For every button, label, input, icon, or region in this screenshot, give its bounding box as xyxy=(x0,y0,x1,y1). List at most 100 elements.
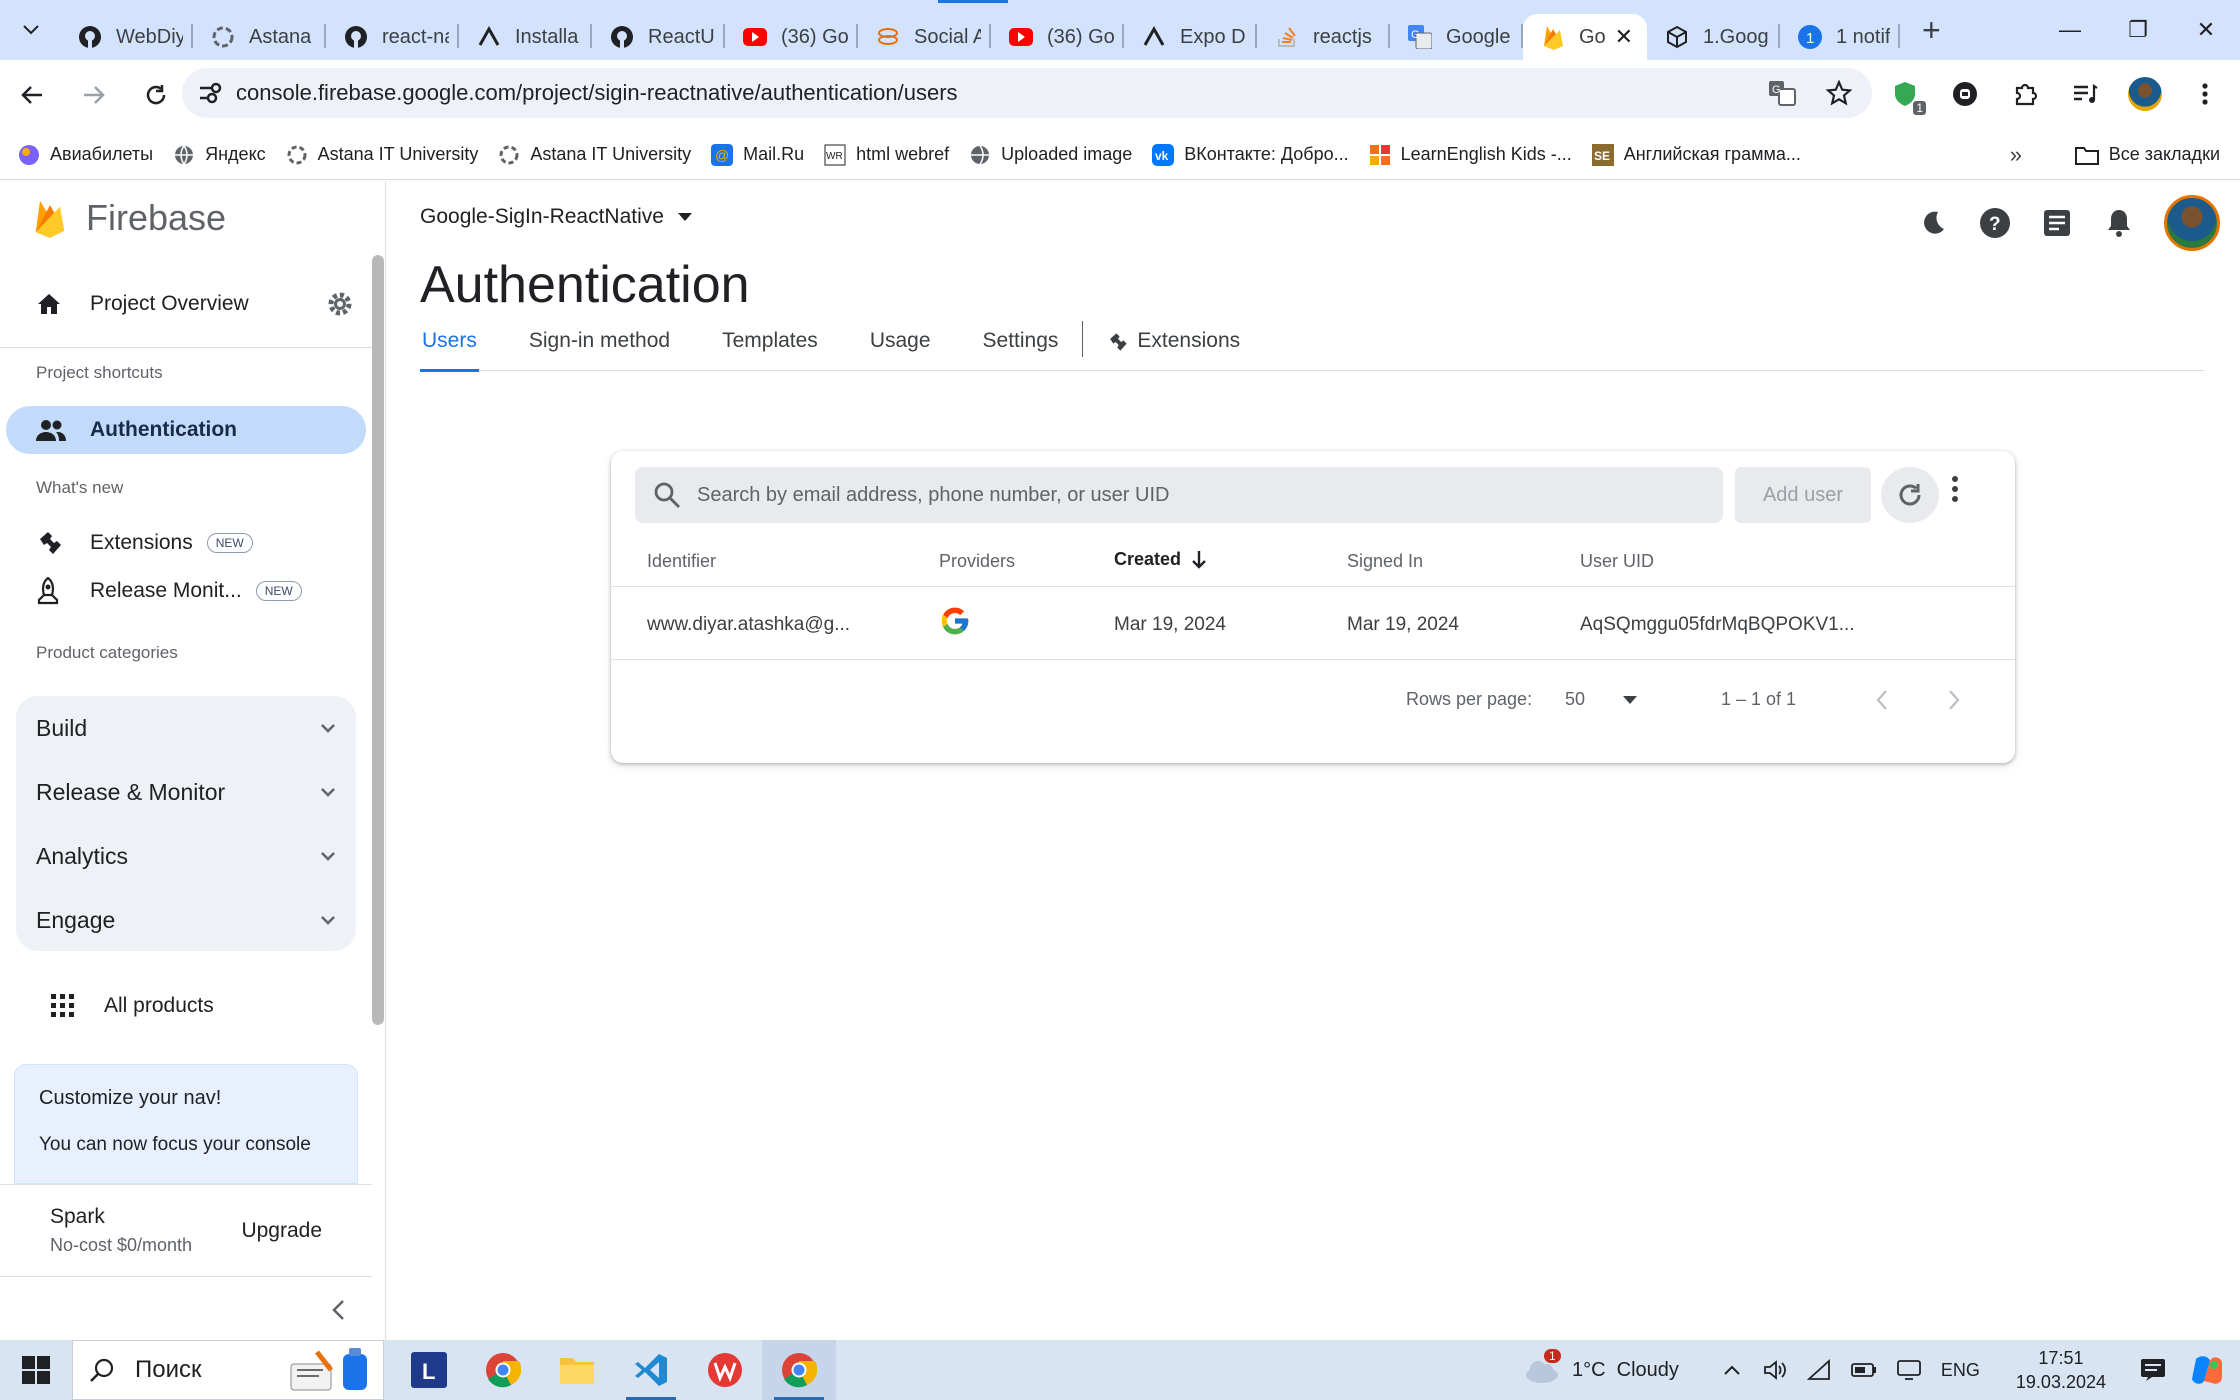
browser-tab-active[interactable]: Go ✕ xyxy=(1523,14,1647,60)
bookmark[interactable]: WR html webref xyxy=(824,144,949,166)
sidebar-scrollbar[interactable] xyxy=(372,255,384,1025)
notification-center-icon[interactable] xyxy=(2140,1358,2166,1382)
close-icon[interactable]: ✕ xyxy=(1615,24,1633,50)
browser-tab[interactable]: react-na xyxy=(326,14,459,60)
profile-avatar[interactable] xyxy=(2122,71,2168,117)
bookmark[interactable]: Яндекс xyxy=(173,144,266,166)
notifications-icon[interactable] xyxy=(2102,206,2136,240)
new-tab-button[interactable]: + xyxy=(1922,12,1952,49)
browser-tab[interactable]: Astana I xyxy=(193,14,326,60)
sidebar-item-extensions[interactable]: Extensions NEW xyxy=(6,519,366,567)
bookmark[interactable]: Astana IT University xyxy=(498,144,691,166)
ghost-extension-icon[interactable] xyxy=(1942,71,1988,117)
browser-tab[interactable]: WebDiy xyxy=(60,14,193,60)
tab-search-button[interactable] xyxy=(14,13,48,47)
sidebar-item-release-monitor[interactable]: Release Monit... NEW xyxy=(6,567,366,615)
weather-widget[interactable]: 1 1°C Cloudy xyxy=(1522,1349,1679,1385)
sidebar-item-authentication[interactable]: Authentication xyxy=(6,406,366,454)
shield-extension-icon[interactable]: 1 xyxy=(1882,71,1928,117)
gear-icon[interactable] xyxy=(326,290,354,318)
tab-users[interactable]: Users xyxy=(420,321,479,372)
tab-extensions[interactable]: Extensions xyxy=(1105,321,1242,371)
more-bookmarks-icon[interactable]: » xyxy=(2010,142,2022,168)
star-icon[interactable] xyxy=(1826,80,1852,106)
windows-start-button[interactable] xyxy=(0,1340,72,1400)
minimize-button[interactable]: — xyxy=(2036,0,2104,60)
chevron-up-icon[interactable] xyxy=(1723,1364,1741,1376)
bookmark[interactable]: Авиабилеты xyxy=(18,144,153,166)
rows-per-page-select[interactable]: 50 xyxy=(1565,689,1638,710)
system-clock[interactable]: 17:51 19.03.2024 xyxy=(2016,1346,2106,1394)
bookmark[interactable]: Uploaded image xyxy=(969,144,1132,166)
refresh-button[interactable] xyxy=(1881,467,1939,523)
browser-tab[interactable]: (36) Go xyxy=(725,14,858,60)
category-build[interactable]: Build xyxy=(16,696,356,760)
copilot-icon[interactable] xyxy=(2190,1353,2224,1387)
bookmark[interactable]: vk ВКонтакте: Добро... xyxy=(1152,143,1349,166)
tab-settings[interactable]: Settings xyxy=(981,321,1061,371)
firebase-brand[interactable]: Firebase xyxy=(34,197,226,239)
category-release-monitor[interactable]: Release & Monitor xyxy=(16,760,356,824)
browser-tab[interactable]: Expo D xyxy=(1124,14,1257,60)
address-bar[interactable]: console.firebase.google.com/project/sigi… xyxy=(182,68,1872,118)
upgrade-button[interactable]: Upgrade xyxy=(241,1219,322,1243)
browser-tab[interactable]: 1 1 notific xyxy=(1780,14,1900,60)
column-identifier[interactable]: Identifier xyxy=(647,551,716,572)
browser-tab[interactable]: G Google xyxy=(1390,14,1523,60)
project-overview-item[interactable]: Project Overview xyxy=(0,269,386,339)
dark-mode-icon[interactable] xyxy=(1916,206,1950,240)
taskbar-app-vscode[interactable] xyxy=(614,1340,688,1400)
category-analytics[interactable]: Analytics xyxy=(16,824,356,888)
table-row[interactable]: www.diyar.atashka@g... Mar 19, 2024 Mar … xyxy=(611,588,2015,660)
bookmark[interactable]: LearnEnglish Kids -... xyxy=(1369,144,1572,166)
site-info-icon[interactable] xyxy=(198,82,222,104)
browser-tab[interactable]: 1.Googl xyxy=(1647,14,1780,60)
language-indicator[interactable]: ENG xyxy=(1941,1360,1980,1381)
all-bookmarks-button[interactable]: Все закладки xyxy=(2074,144,2220,165)
back-button[interactable] xyxy=(8,71,56,119)
taskbar-app-l[interactable]: L xyxy=(392,1340,466,1400)
user-search-input[interactable]: Search by email address, phone number, o… xyxy=(635,467,1723,523)
more-options-icon[interactable] xyxy=(1951,475,1959,503)
media-control-icon[interactable] xyxy=(2062,71,2108,117)
taskbar-app-wps[interactable] xyxy=(688,1340,762,1400)
bookmark[interactable]: Astana IT University xyxy=(286,144,478,166)
user-avatar[interactable] xyxy=(2164,195,2220,251)
release-notes-icon[interactable] xyxy=(2040,206,2074,240)
forward-button[interactable] xyxy=(70,71,118,119)
volume-icon[interactable] xyxy=(1763,1359,1787,1381)
close-window-button[interactable]: ✕ xyxy=(2172,0,2240,60)
column-signed-in[interactable]: Signed In xyxy=(1347,551,1423,572)
battery-icon[interactable] xyxy=(1850,1362,1877,1378)
menu-icon[interactable] xyxy=(2182,71,2228,117)
bookmark[interactable]: SE Английская грамма... xyxy=(1591,143,1801,166)
column-created[interactable]: Created xyxy=(1114,549,1207,570)
browser-tab[interactable]: Social A xyxy=(858,14,991,60)
translate-icon[interactable]: G xyxy=(1768,80,1796,106)
all-products-item[interactable]: All products xyxy=(50,993,214,1019)
help-icon[interactable]: ? xyxy=(1978,206,2012,240)
category-engage[interactable]: Engage xyxy=(16,888,356,952)
taskbar-search[interactable]: Поиск xyxy=(72,1340,384,1400)
add-user-button[interactable]: Add user xyxy=(1735,467,1871,523)
reload-button[interactable] xyxy=(132,71,180,119)
taskbar-app-chrome[interactable] xyxy=(466,1340,540,1400)
browser-tab[interactable]: reactjs xyxy=(1257,14,1390,60)
tab-sign-in-method[interactable]: Sign-in method xyxy=(527,321,672,371)
display-icon[interactable] xyxy=(1896,1360,1921,1380)
browser-tab[interactable]: ReactU xyxy=(592,14,725,60)
tab-usage[interactable]: Usage xyxy=(868,321,933,371)
next-page-button[interactable] xyxy=(1947,689,1961,711)
project-selector[interactable]: Google-SigIn-ReactNative xyxy=(420,205,692,229)
restore-button[interactable]: ❐ xyxy=(2104,0,2172,60)
tab-templates[interactable]: Templates xyxy=(720,321,820,371)
network-icon[interactable] xyxy=(1806,1359,1831,1381)
browser-tab[interactable]: Installa xyxy=(459,14,592,60)
collapse-sidebar-icon[interactable] xyxy=(331,1299,345,1321)
bookmark[interactable]: @ Mail.Ru xyxy=(711,143,804,166)
browser-tab[interactable]: (36) Go xyxy=(991,14,1124,60)
prev-page-button[interactable] xyxy=(1875,689,1889,711)
taskbar-app-explorer[interactable] xyxy=(540,1340,614,1400)
puzzle-icon[interactable] xyxy=(2002,71,2048,117)
taskbar-app-chrome-active[interactable] xyxy=(762,1340,836,1400)
